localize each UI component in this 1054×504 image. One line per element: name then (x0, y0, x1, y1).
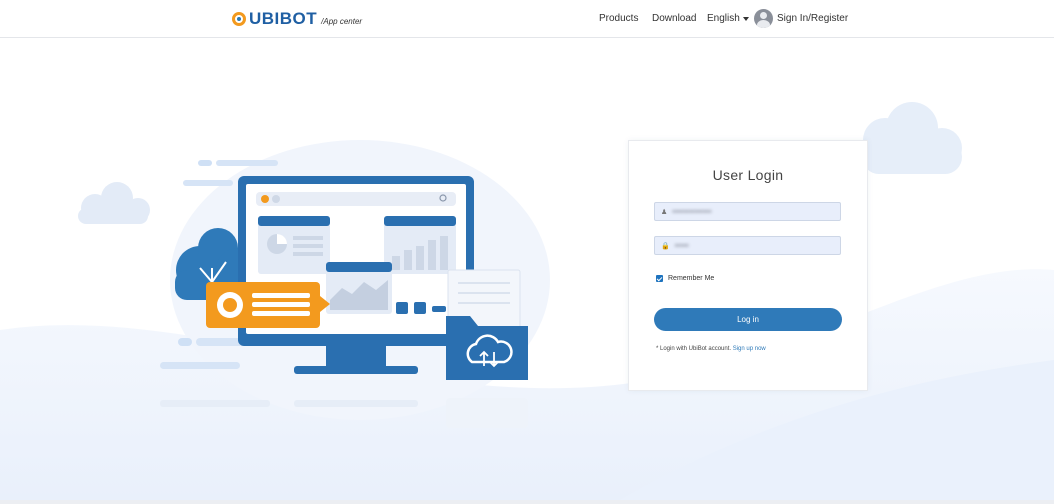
signup-note: * Login with UbiBot account. Sign up now (656, 346, 766, 352)
password-field[interactable]: 🔒 ••••• (654, 236, 841, 255)
language-label: English (707, 13, 740, 24)
sign-up-link[interactable]: Sign up now (733, 346, 766, 352)
hero-background (0, 38, 1054, 504)
username-value: •••••••••••••• (672, 207, 712, 216)
caret-down-icon (742, 17, 749, 21)
login-card: User Login ♟ •••••••••••••• 🔒 ••••• Reme… (628, 140, 868, 391)
sign-in-register-link[interactable]: Sign In/Register (754, 0, 848, 37)
top-header: UBIBOT /App center Products Download Eng… (0, 0, 1054, 38)
logo-mark-icon (232, 12, 246, 26)
sign-in-label: Sign In/Register (777, 13, 849, 24)
lock-icon: 🔒 (661, 242, 670, 250)
login-button[interactable]: Log in (654, 308, 842, 331)
monitor-illustration (238, 176, 474, 374)
nav-download[interactable]: Download (652, 0, 696, 37)
bottom-divider (0, 500, 1054, 504)
cloud-left-icon (78, 182, 150, 224)
username-field[interactable]: ♟ •••••••••••••• (654, 202, 841, 221)
cloud-right-icon (862, 102, 962, 174)
remember-label: Remember Me (668, 275, 715, 282)
note-text: * Login with UbiBot account. (656, 346, 732, 352)
notification-card-icon (206, 282, 330, 328)
login-title: User Login (712, 167, 784, 183)
logo-subtitle: /App center (321, 16, 363, 26)
logo-text: UBIBOT (249, 9, 318, 28)
nav-products[interactable]: Products (599, 0, 638, 37)
password-value: ••••• (674, 241, 689, 250)
remember-me[interactable]: Remember Me (656, 275, 714, 282)
remember-checkbox[interactable] (656, 275, 663, 282)
ubibot-logo[interactable]: UBIBOT /App center (232, 9, 362, 29)
language-selector[interactable]: English (707, 0, 749, 37)
user-icon: ♟ (661, 208, 668, 216)
avatar-icon (754, 9, 773, 28)
